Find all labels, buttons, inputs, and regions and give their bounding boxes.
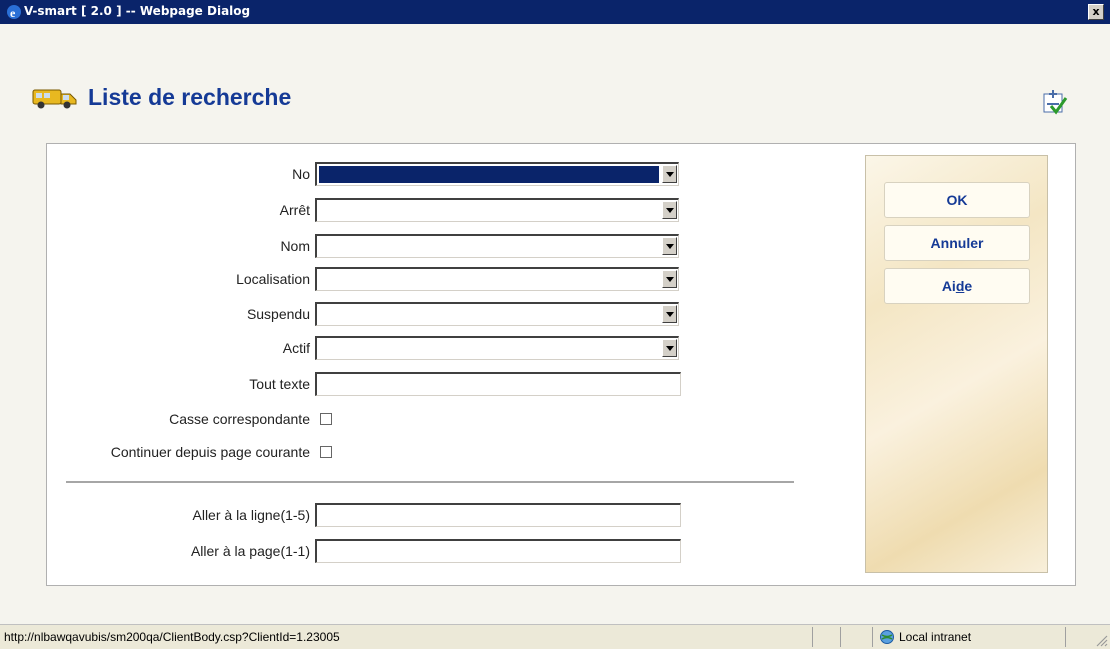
ie-icon: e [7,5,21,20]
field-row-suspendu: Suspendu [46,302,310,326]
continuer-label: Continuer depuis page courante [110,444,310,460]
suspendu-select[interactable] [315,302,679,326]
arret-select[interactable] [315,198,679,222]
close-button[interactable]: x [1088,4,1104,20]
field-row-nom: Nom [46,234,310,258]
aller-ligne-input[interactable] [315,503,681,527]
ok-button[interactable]: OK [884,182,1030,218]
localisation-select[interactable] [315,267,679,291]
tout-texte-label: Tout texte [249,376,310,392]
cancel-button[interactable]: Annuler [884,225,1030,261]
chevron-down-icon[interactable] [662,237,677,255]
chevron-down-icon[interactable] [662,165,677,183]
nom-label: Nom [280,238,310,254]
arret-label: Arrêt [279,202,310,218]
continuer-checkbox[interactable] [320,446,332,458]
no-label: No [292,166,310,182]
field-row-arret: Arrêt [46,198,310,222]
localisation-label: Localisation [236,271,310,287]
status-separator [812,627,813,647]
field-row-actif: Actif [46,336,310,360]
resize-grip-icon[interactable] [1094,633,1108,647]
actif-select[interactable] [315,336,679,360]
svg-text:e: e [10,6,16,20]
truck-icon [32,89,77,109]
field-row-casse: Casse correspondante [46,407,310,431]
zone-label: Local intranet [899,630,972,644]
status-separator [840,627,841,647]
nom-select[interactable] [315,234,679,258]
chevron-down-icon[interactable] [662,339,677,357]
status-bar: http://nlbawqavubis/sm200qa/ClientBody.c… [0,624,1110,649]
tout-texte-input[interactable] [315,372,681,396]
no-select[interactable] [315,162,679,186]
field-row-continuer: Continuer depuis page courante [46,440,310,464]
status-zone: Local intranet [872,627,1049,647]
field-row-aller-page: Aller à la page(1-1) [46,539,310,563]
field-row-localisation: Localisation [46,267,310,291]
chevron-down-icon[interactable] [662,305,677,323]
page-title: Liste de recherche [88,84,292,110]
aller-ligne-label: Aller à la ligne(1-5) [192,507,311,523]
field-row-aller-ligne: Aller à la ligne(1-5) [46,503,311,527]
header-area [0,24,1110,132]
field-row-tout-texte: Tout texte [46,372,310,396]
casse-label: Casse correspondante [169,411,310,427]
aller-page-input[interactable] [315,539,681,563]
settings-check-icon[interactable] [1038,86,1070,118]
suspendu-label: Suspendu [246,306,310,322]
actif-label: Actif [282,340,310,356]
title-bar: e V-smart [ 2.0 ] -- Webpage Dialog x [0,0,1110,24]
chevron-down-icon[interactable] [662,270,677,288]
help-label-pre: Ai [941,278,956,294]
casse-checkbox[interactable] [320,413,332,425]
status-separator [1065,627,1066,647]
window-title: V-smart [ 2.0 ] -- Webpage Dialog [24,4,251,18]
divider [66,481,794,484]
help-label-post: e [964,278,973,294]
status-url: http://nlbawqavubis/sm200qa/ClientBody.c… [4,630,340,644]
chevron-down-icon[interactable] [662,201,677,219]
globe-icon [880,630,894,644]
help-button[interactable]: Aide [884,268,1030,304]
aller-page-label: Aller à la page(1-1) [190,543,310,559]
field-row-no: No [46,162,310,186]
